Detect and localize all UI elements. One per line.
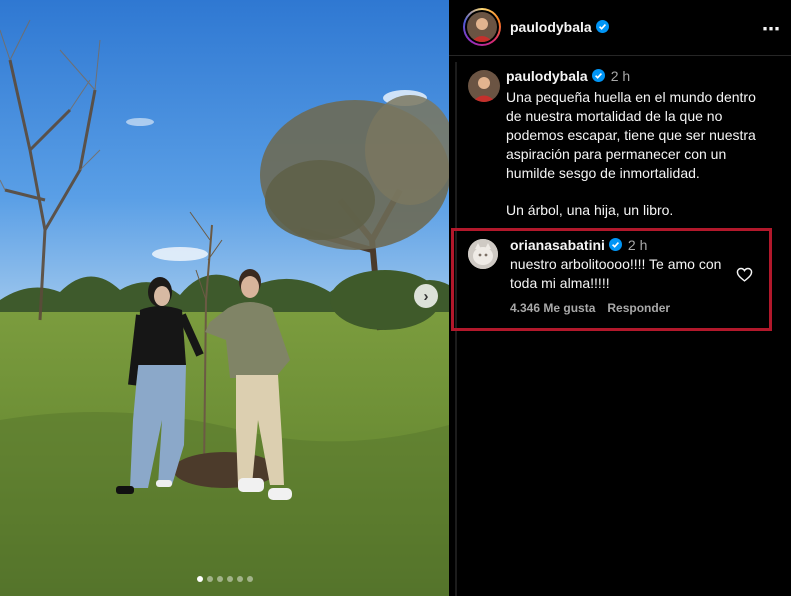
commenter-avatar[interactable] <box>468 239 498 269</box>
carousel-dot <box>216 576 223 582</box>
avatar-image <box>468 70 500 102</box>
comment-timestamp[interactable]: 2 h <box>628 237 647 253</box>
carousel-dot <box>226 576 233 582</box>
verified-badge-icon <box>591 69 605 82</box>
more-options-icon[interactable]: ⋯ <box>762 19 781 40</box>
chevron-right-icon: › <box>423 287 429 305</box>
commenter-username[interactable]: orianasabatini <box>510 237 605 253</box>
caption-text: Una pequeña huella en el mundo dentro de… <box>506 89 756 181</box>
next-photo-button[interactable]: › <box>414 284 438 308</box>
carousel-dot-active <box>196 576 203 582</box>
author-avatar[interactable] <box>463 8 501 46</box>
verified-badge-icon <box>608 238 622 251</box>
caption-avatar[interactable] <box>468 70 500 102</box>
verified-badge-icon <box>595 20 609 33</box>
reply-button[interactable]: Responder <box>607 301 670 315</box>
caption-username[interactable]: paulodybala <box>506 68 588 84</box>
carousel-dot <box>206 576 213 582</box>
comment-text: nuestro arbolitoooo!!!! Te amo con toda … <box>510 256 722 291</box>
post-header: paulodybala ⋯ <box>449 0 791 56</box>
photo-scene <box>0 0 449 596</box>
comment-likes-count[interactable]: 4.346 Me gusta <box>510 301 595 315</box>
caption-timestamp[interactable]: 2 h <box>611 68 630 84</box>
avatar-image <box>467 12 497 42</box>
author-username[interactable]: paulodybala <box>510 19 609 35</box>
caption-text-closing: Un árbol, una hija, un libro. <box>506 202 674 218</box>
carousel-dot <box>236 576 243 582</box>
carousel-dot <box>246 576 253 582</box>
post-photo[interactable]: › <box>0 0 449 596</box>
carousel-indicator <box>0 576 449 582</box>
heart-outline-icon[interactable] <box>736 266 753 283</box>
avatar-image <box>468 239 498 269</box>
